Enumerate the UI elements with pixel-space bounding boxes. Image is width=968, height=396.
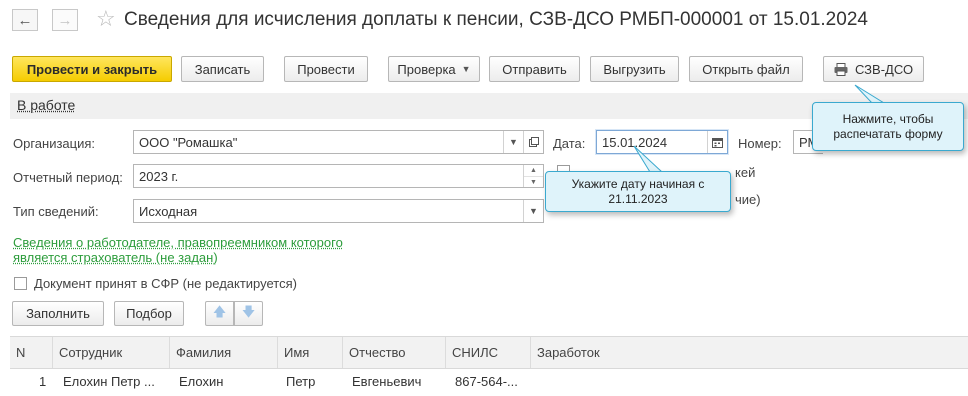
date-hint-text: Укажите дату начиная с 21.11.2023 <box>571 176 705 206</box>
print-hint-text: Нажмите, чтобы распечатать форму <box>833 111 943 141</box>
date-hint-callout: Укажите дату начиная с 21.11.2023 <box>545 171 731 212</box>
callout-pointers <box>633 84 886 173</box>
print-hint-callout: Нажмите, чтобы распечатать форму <box>812 102 964 151</box>
